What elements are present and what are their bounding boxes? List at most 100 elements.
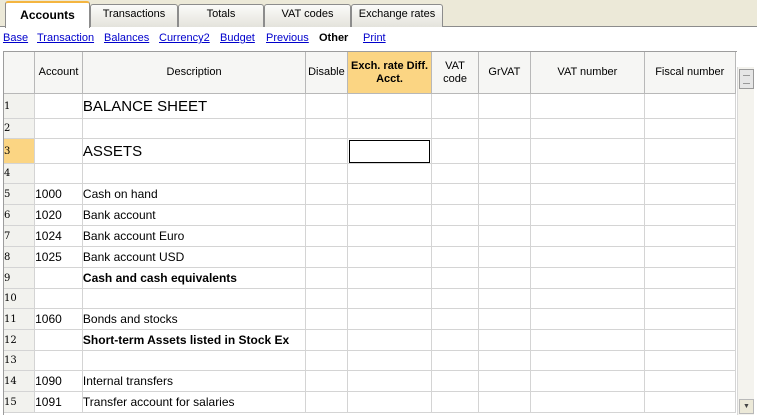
vat-number-cell[interactable] [530, 391, 645, 413]
grvat-cell[interactable] [477, 225, 532, 247]
tab-vat-codes[interactable]: VAT codes [264, 4, 351, 27]
account-cell[interactable]: 1025 [34, 246, 83, 268]
vat-code-cell[interactable] [431, 138, 479, 164]
grvat-cell[interactable] [477, 204, 532, 226]
column-header-grvat[interactable]: GrVAT [477, 52, 532, 94]
grvat-cell[interactable] [477, 183, 532, 205]
description-cell[interactable]: Transfer account for salaries [81, 391, 307, 413]
grvat-cell[interactable] [477, 267, 532, 289]
view-link-other[interactable]: Other [319, 32, 348, 44]
grvat-cell[interactable] [477, 288, 532, 309]
table-row[interactable]: 13 [4, 350, 736, 371]
fiscal-number-cell[interactable] [643, 370, 736, 392]
column-header-exch-rate-diff-acct[interactable]: Exch. rate Diff. Acct. [346, 52, 433, 94]
vat-number-cell[interactable] [530, 246, 645, 268]
view-link-base[interactable]: Base [3, 32, 28, 44]
disable-cell[interactable] [305, 308, 348, 330]
table-row[interactable]: 15 1091 Transfer account for salaries [4, 391, 736, 413]
account-cell[interactable] [34, 138, 83, 164]
fiscal-number-cell[interactable] [643, 138, 736, 164]
grvat-cell[interactable] [477, 163, 532, 184]
description-cell[interactable]: Short-term Assets listed in Stock Ex [81, 329, 307, 351]
grvat-cell[interactable] [477, 391, 532, 413]
exch-rate-diff-acct-cell[interactable] [346, 93, 433, 119]
vat-code-cell[interactable] [431, 93, 479, 119]
exch-rate-diff-acct-cell[interactable] [346, 163, 433, 184]
column-header-description[interactable]: Description [81, 52, 307, 94]
vat-number-cell[interactable] [530, 370, 645, 392]
tab-transactions[interactable]: Transactions [90, 4, 178, 27]
grvat-cell[interactable] [477, 246, 532, 268]
account-cell[interactable] [34, 163, 83, 184]
description-cell[interactable] [81, 350, 307, 371]
account-cell[interactable]: 1090 [34, 370, 83, 392]
vat-number-cell[interactable] [530, 138, 645, 164]
vat-code-cell[interactable] [431, 370, 479, 392]
vat-code-cell[interactable] [431, 391, 479, 413]
tab-totals[interactable]: Totals [178, 4, 264, 27]
vat-code-cell[interactable] [431, 183, 479, 205]
fiscal-number-cell[interactable] [643, 329, 736, 351]
column-header-fiscal-number[interactable]: Fiscal number [643, 52, 736, 94]
account-cell[interactable] [34, 118, 83, 139]
disable-cell[interactable] [305, 246, 348, 268]
vat-number-cell[interactable] [530, 329, 645, 351]
grvat-cell[interactable] [477, 138, 532, 164]
exch-rate-diff-acct-cell[interactable] [346, 204, 433, 226]
column-header-vat-number[interactable]: VAT number [530, 52, 645, 94]
table-row[interactable]: 11 1060 Bonds and stocks [4, 308, 736, 330]
disable-cell[interactable] [305, 138, 348, 164]
description-cell[interactable] [81, 288, 307, 309]
table-row[interactable]: 9 Cash and cash equivalents [4, 267, 736, 289]
view-link-print[interactable]: Print [363, 32, 386, 44]
column-header-disable[interactable]: Disable [305, 52, 348, 94]
vat-number-cell[interactable] [530, 204, 645, 226]
vat-number-cell[interactable] [530, 308, 645, 330]
vat-code-cell[interactable] [431, 288, 479, 309]
account-cell[interactable]: 1000 [34, 183, 83, 205]
vat-number-cell[interactable] [530, 163, 645, 184]
exch-rate-diff-acct-cell[interactable] [346, 267, 433, 289]
fiscal-number-cell[interactable] [643, 204, 736, 226]
scroll-down-icon[interactable]: ▼ [739, 399, 754, 414]
disable-cell[interactable] [305, 204, 348, 226]
column-header-account[interactable]: Account [34, 52, 83, 94]
exch-rate-diff-acct-cell[interactable] [346, 246, 433, 268]
account-cell[interactable]: 1091 [34, 391, 83, 413]
account-cell[interactable] [34, 288, 83, 309]
vat-number-cell[interactable] [530, 93, 645, 119]
exch-rate-diff-acct-cell[interactable] [346, 350, 433, 371]
vat-code-cell[interactable] [431, 118, 479, 139]
exch-rate-diff-acct-cell[interactable] [346, 183, 433, 205]
grvat-cell[interactable] [477, 350, 532, 371]
vat-code-cell[interactable] [431, 350, 479, 371]
account-cell[interactable] [34, 267, 83, 289]
vertical-scrollbar[interactable]: ▼ [737, 67, 754, 415]
exch-rate-diff-acct-cell[interactable] [346, 138, 433, 164]
disable-cell[interactable] [305, 118, 348, 139]
disable-cell[interactable] [305, 93, 348, 119]
vat-code-cell[interactable] [431, 329, 479, 351]
tab-exchange-rates[interactable]: Exchange rates [351, 4, 443, 27]
description-cell[interactable]: Internal transfers [81, 370, 307, 392]
description-cell[interactable]: ASSETS [81, 138, 307, 164]
vat-code-cell[interactable] [431, 204, 479, 226]
vat-number-cell[interactable] [530, 118, 645, 139]
vat-code-cell[interactable] [431, 267, 479, 289]
disable-cell[interactable] [305, 350, 348, 371]
grvat-cell[interactable] [477, 329, 532, 351]
exch-rate-diff-acct-cell[interactable] [346, 391, 433, 413]
vat-number-cell[interactable] [530, 267, 645, 289]
fiscal-number-cell[interactable] [643, 225, 736, 247]
exch-rate-diff-acct-cell[interactable] [346, 118, 433, 139]
account-cell[interactable]: 1024 [34, 225, 83, 247]
fiscal-number-cell[interactable] [643, 288, 736, 309]
exch-rate-diff-acct-cell[interactable] [346, 225, 433, 247]
account-cell[interactable]: 1020 [34, 204, 83, 226]
description-cell[interactable]: Bonds and stocks [81, 308, 307, 330]
disable-cell[interactable] [305, 370, 348, 392]
vat-code-cell[interactable] [431, 225, 479, 247]
vat-number-cell[interactable] [530, 225, 645, 247]
fiscal-number-cell[interactable] [643, 118, 736, 139]
description-cell[interactable]: Cash on hand [81, 183, 307, 205]
